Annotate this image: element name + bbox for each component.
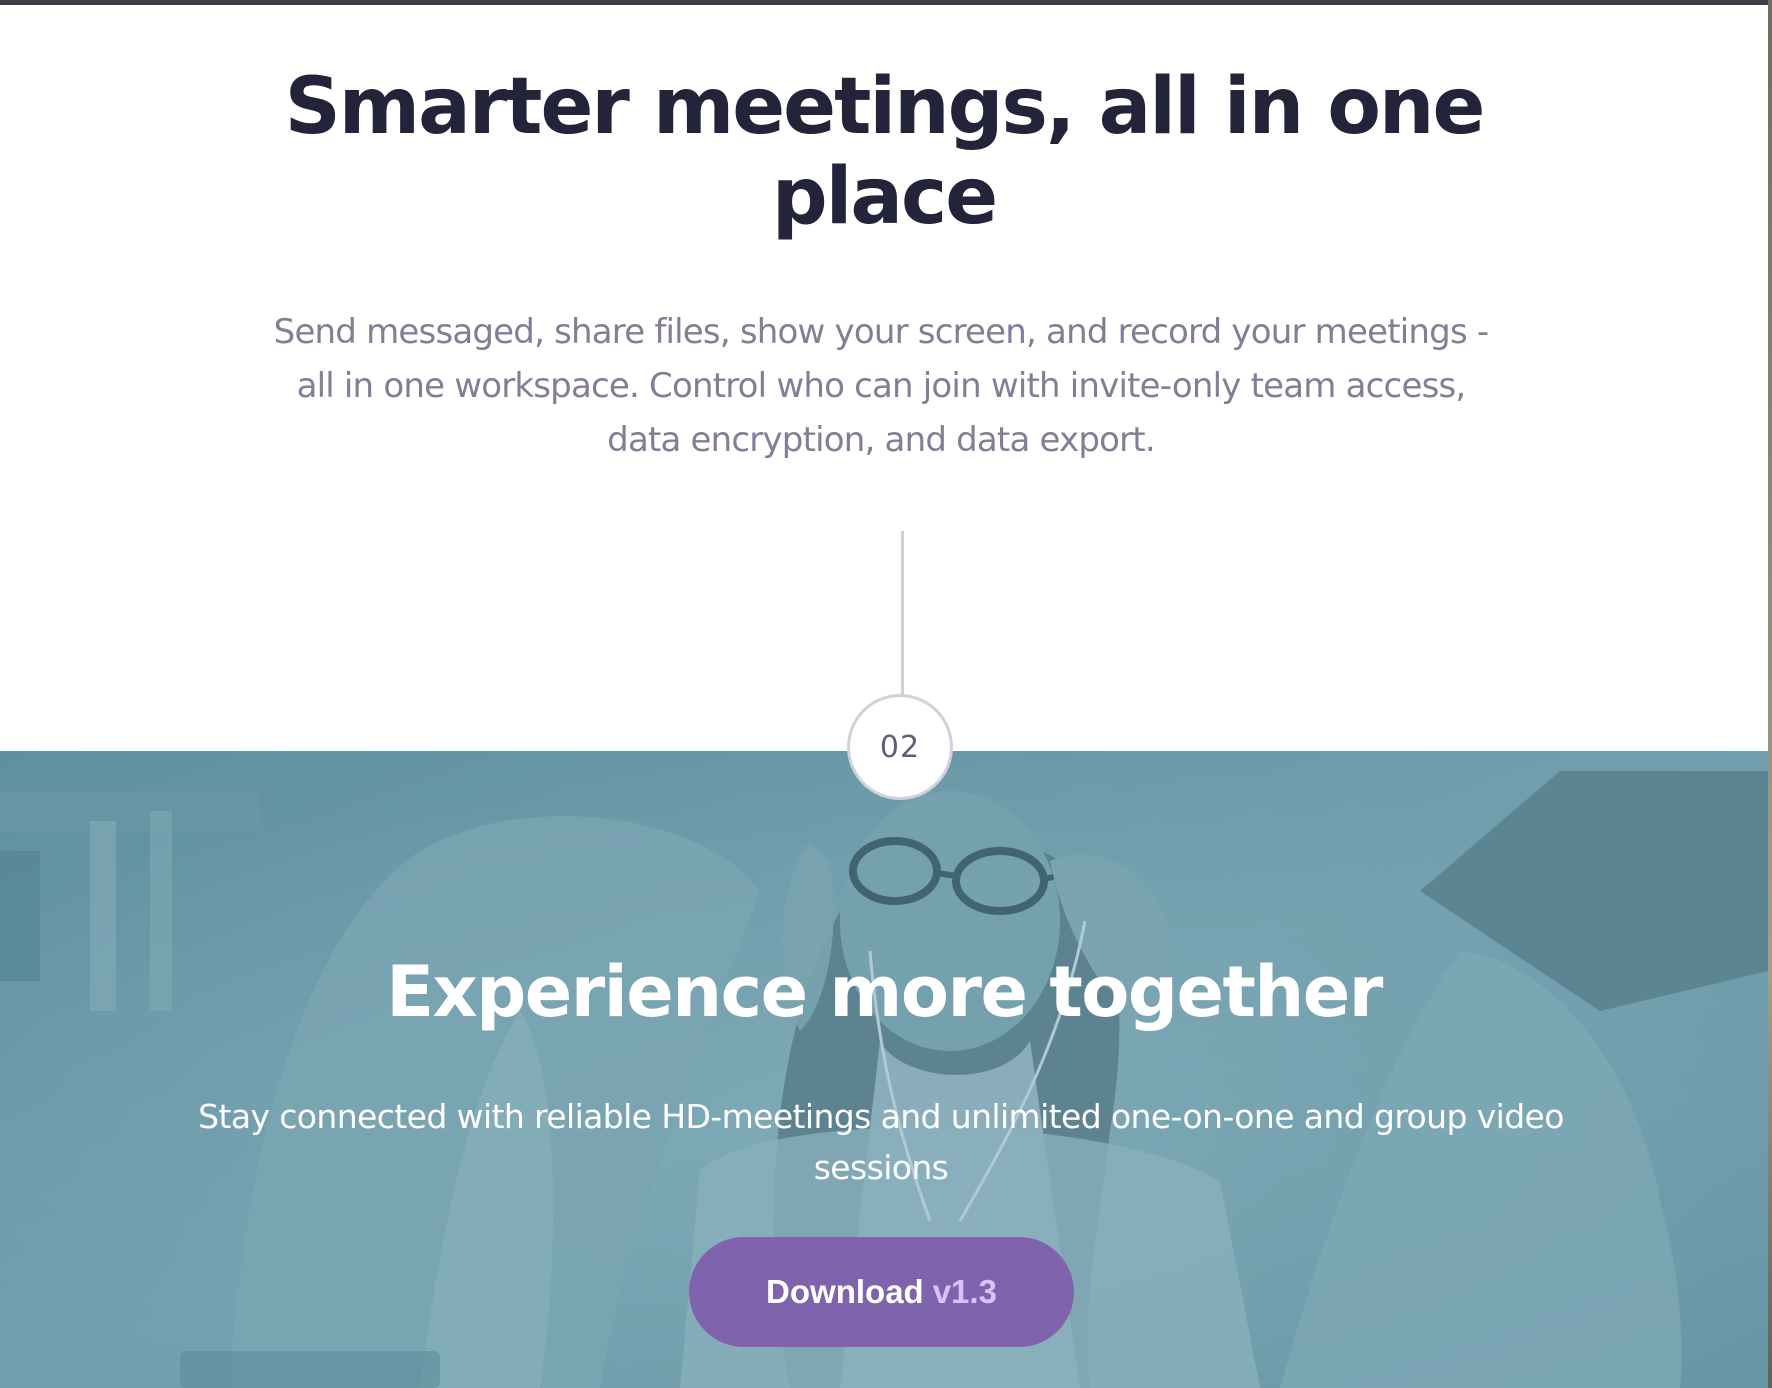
- features-title-line-2: place: [771, 152, 998, 242]
- features-description: Send messaged, share files, show your sc…: [273, 312, 1489, 460]
- download-button-label: Download: [766, 1273, 924, 1310]
- step-number-badge: 02: [847, 694, 953, 800]
- step-connector-line: [901, 531, 904, 695]
- download-button[interactable]: Download v1.3: [689, 1237, 1074, 1347]
- features-title: Smarter meetings, all in one place: [0, 62, 1768, 242]
- download-version-label: v1.3: [932, 1273, 997, 1310]
- window-edge: [1768, 0, 1772, 1388]
- features-title-line-1: Smarter meetings, all in one: [284, 62, 1486, 152]
- cta-description: Stay connected with reliable HD-meetings…: [198, 1097, 1564, 1187]
- cta-title: Experience more together: [386, 951, 1383, 1033]
- cta-section: Experience more together Stay connected …: [0, 751, 1768, 1388]
- features-section: Smarter meetings, all in one place Send …: [0, 5, 1768, 751]
- landing-page: Smarter meetings, all in one place Send …: [0, 5, 1768, 1388]
- browser-window: Smarter meetings, all in one place Send …: [0, 0, 1772, 1388]
